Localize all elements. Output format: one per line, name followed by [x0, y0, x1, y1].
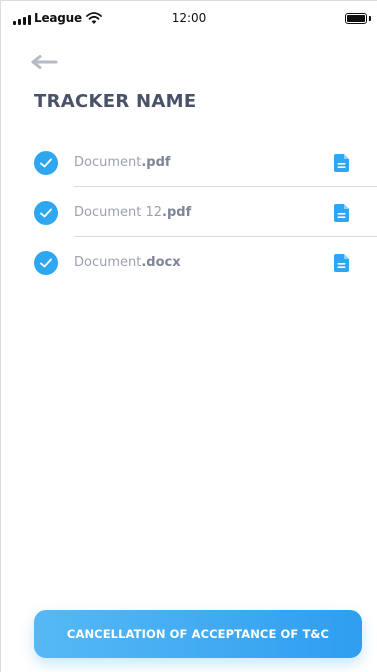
page-title: TRACKER NAME	[34, 91, 197, 112]
document-extension: .pdf	[162, 205, 192, 220]
file-icon[interactable]	[334, 154, 349, 172]
document-base-name: Document	[74, 255, 142, 270]
document-base-name: Document 12	[74, 205, 163, 220]
file-icon[interactable]	[334, 254, 349, 272]
arrow-left-icon[interactable]	[31, 53, 59, 71]
document-name: Document.pdf	[74, 155, 171, 170]
phone-screen: League 12:00 TRACKER NAME Document.pdf D…	[0, 0, 377, 672]
battery-level	[347, 15, 365, 22]
document-name: Document 12.pdf	[74, 205, 191, 220]
check-circle-icon[interactable]	[34, 201, 58, 225]
document-list: Document.pdf Document 12.pdf Document.do…	[1, 137, 377, 287]
status-time: 12:00	[171, 11, 207, 25]
battery-icon	[345, 13, 367, 24]
document-name: Document.docx	[74, 255, 181, 270]
document-base-name: Document	[74, 155, 142, 170]
status-bar: League 12:00	[1, 1, 377, 33]
file-icon[interactable]	[334, 204, 349, 222]
cancel-acceptance-button[interactable]: CANCELLATION OF ACCEPTANCE OF T&C	[34, 610, 362, 658]
document-row[interactable]: Document.docx	[1, 237, 377, 287]
document-row[interactable]: Document.pdf	[1, 137, 377, 187]
document-row[interactable]: Document 12.pdf	[1, 187, 377, 237]
battery-tip	[369, 16, 371, 21]
check-circle-icon[interactable]	[34, 151, 58, 175]
document-extension: .docx	[141, 255, 181, 270]
document-extension: .pdf	[141, 155, 171, 170]
check-circle-icon[interactable]	[34, 251, 58, 275]
